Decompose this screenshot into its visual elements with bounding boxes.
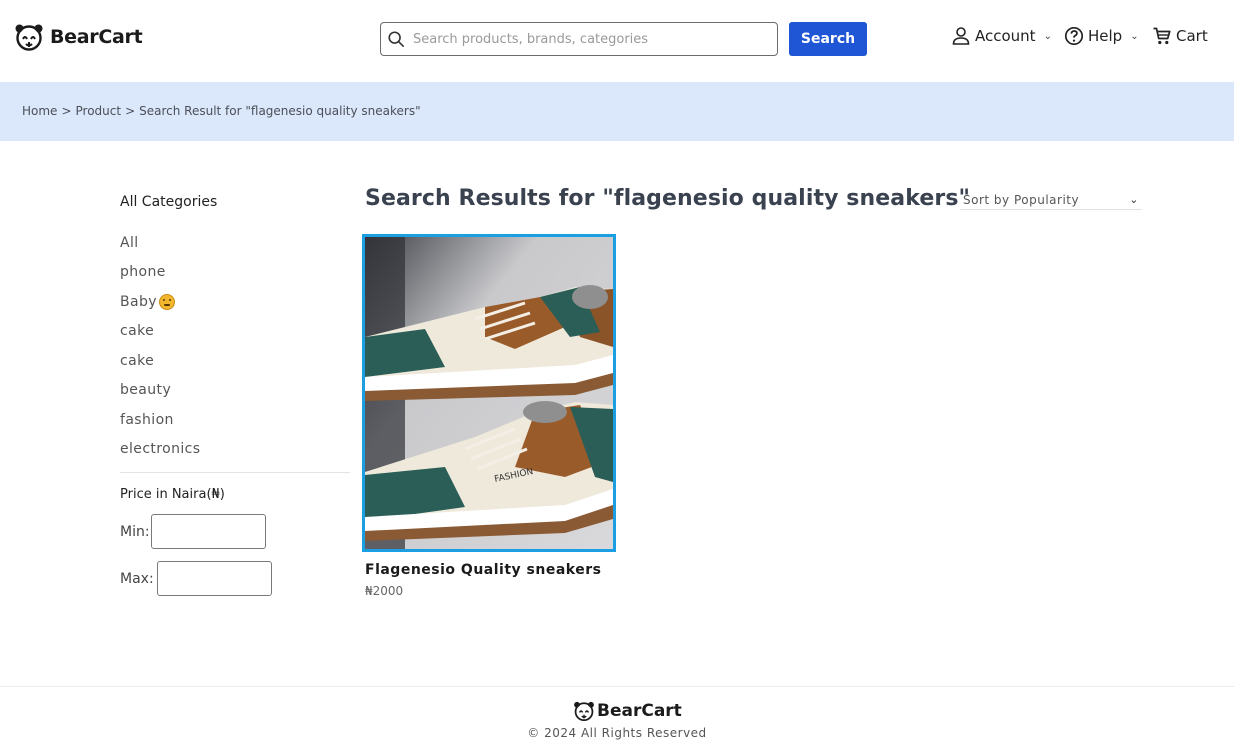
price-filter-title: Price in Naira(₦) [120,487,225,502]
category-item-fashion[interactable]: fashion [120,405,350,435]
cart-link[interactable]: Cart [1152,26,1208,46]
categories-title: All Categories [120,194,218,210]
footer-logo-text: BearCart [597,701,682,721]
bear-logo-icon [574,701,594,722]
cart-label: Cart [1176,27,1208,45]
category-item-baby[interactable]: Baby [120,287,350,317]
category-label: phone [120,264,166,281]
user-icon [952,27,970,45]
account-menu[interactable]: Account ⌄ [951,26,1052,46]
search-icon [388,31,405,48]
sidebar-divider [120,472,350,473]
search-input[interactable] [413,24,777,54]
max-price-input[interactable] [156,561,272,596]
min-price-input[interactable] [150,514,266,549]
search-button[interactable]: Search [789,22,867,56]
breadcrumb: Home > Product > Search Result for "flag… [22,104,421,118]
chevron-down-icon: ⌄ [1130,30,1139,42]
category-label: beauty [120,382,172,399]
logo-text: BearCart [50,26,143,48]
breadcrumb-separator: > [61,104,72,118]
breadcrumb-separator: > [125,104,136,118]
price-max-row: Max: [120,561,350,596]
chevron-down-icon: ⌄ [1043,30,1052,42]
chevron-down-icon: ⌄ [1129,193,1139,206]
category-item-beauty[interactable]: beauty [120,376,350,406]
category-label: cake [120,323,155,340]
category-label: fashion [120,411,174,428]
logo[interactable]: BearCart [14,22,143,52]
breadcrumb-home[interactable]: Home [22,104,57,118]
product-image[interactable]: FASHION [362,234,616,552]
category-item-all[interactable]: All [120,228,350,258]
footer-logo[interactable]: BearCart [573,700,682,722]
category-label: Baby [120,293,157,310]
footer-divider [0,686,1234,687]
product-card[interactable]: FASHION Flagenesio Quality sneakers ₦200… [362,234,616,598]
search-box [380,22,778,56]
category-label: cake [120,352,155,369]
breadcrumb-current: Search Result for "flagenesio quality sn… [139,104,421,118]
smiley-emoji-icon [158,293,175,310]
product-price: ₦2000 [365,584,404,598]
product-name[interactable]: Flagenesio Quality sneakers [362,562,616,578]
category-label: electronics [120,441,201,458]
category-item-cake[interactable]: cake [120,317,350,347]
category-item-electronics[interactable]: electronics [120,435,350,465]
account-label: Account [975,27,1036,45]
site-header: BearCart Search Account ⌄ Help ⌄ [0,0,1234,82]
category-item-cake-2[interactable]: cake [120,346,350,376]
copyright-text: © 2024 All Rights Reserved [527,726,707,740]
cart-icon [1153,27,1171,45]
bear-logo-icon [15,24,43,51]
category-label: All [120,234,139,251]
price-min-row: Min: [120,514,350,549]
sort-label: Sort by Popularity [963,192,1080,207]
help-menu[interactable]: Help ⌄ [1064,26,1139,46]
filter-sidebar: All Categories All phone Baby cake cake … [120,194,350,608]
category-item-phone[interactable]: phone [120,258,350,288]
results-title: Search Results for "flagenesio quality s… [365,186,971,211]
min-label: Min: [120,523,150,540]
max-label: Max: [120,570,154,587]
help-label: Help [1088,27,1123,45]
breadcrumb-product[interactable]: Product [76,104,122,118]
sort-select[interactable]: Sort by Popularity ⌄ [960,190,1142,210]
help-icon [1064,26,1084,46]
